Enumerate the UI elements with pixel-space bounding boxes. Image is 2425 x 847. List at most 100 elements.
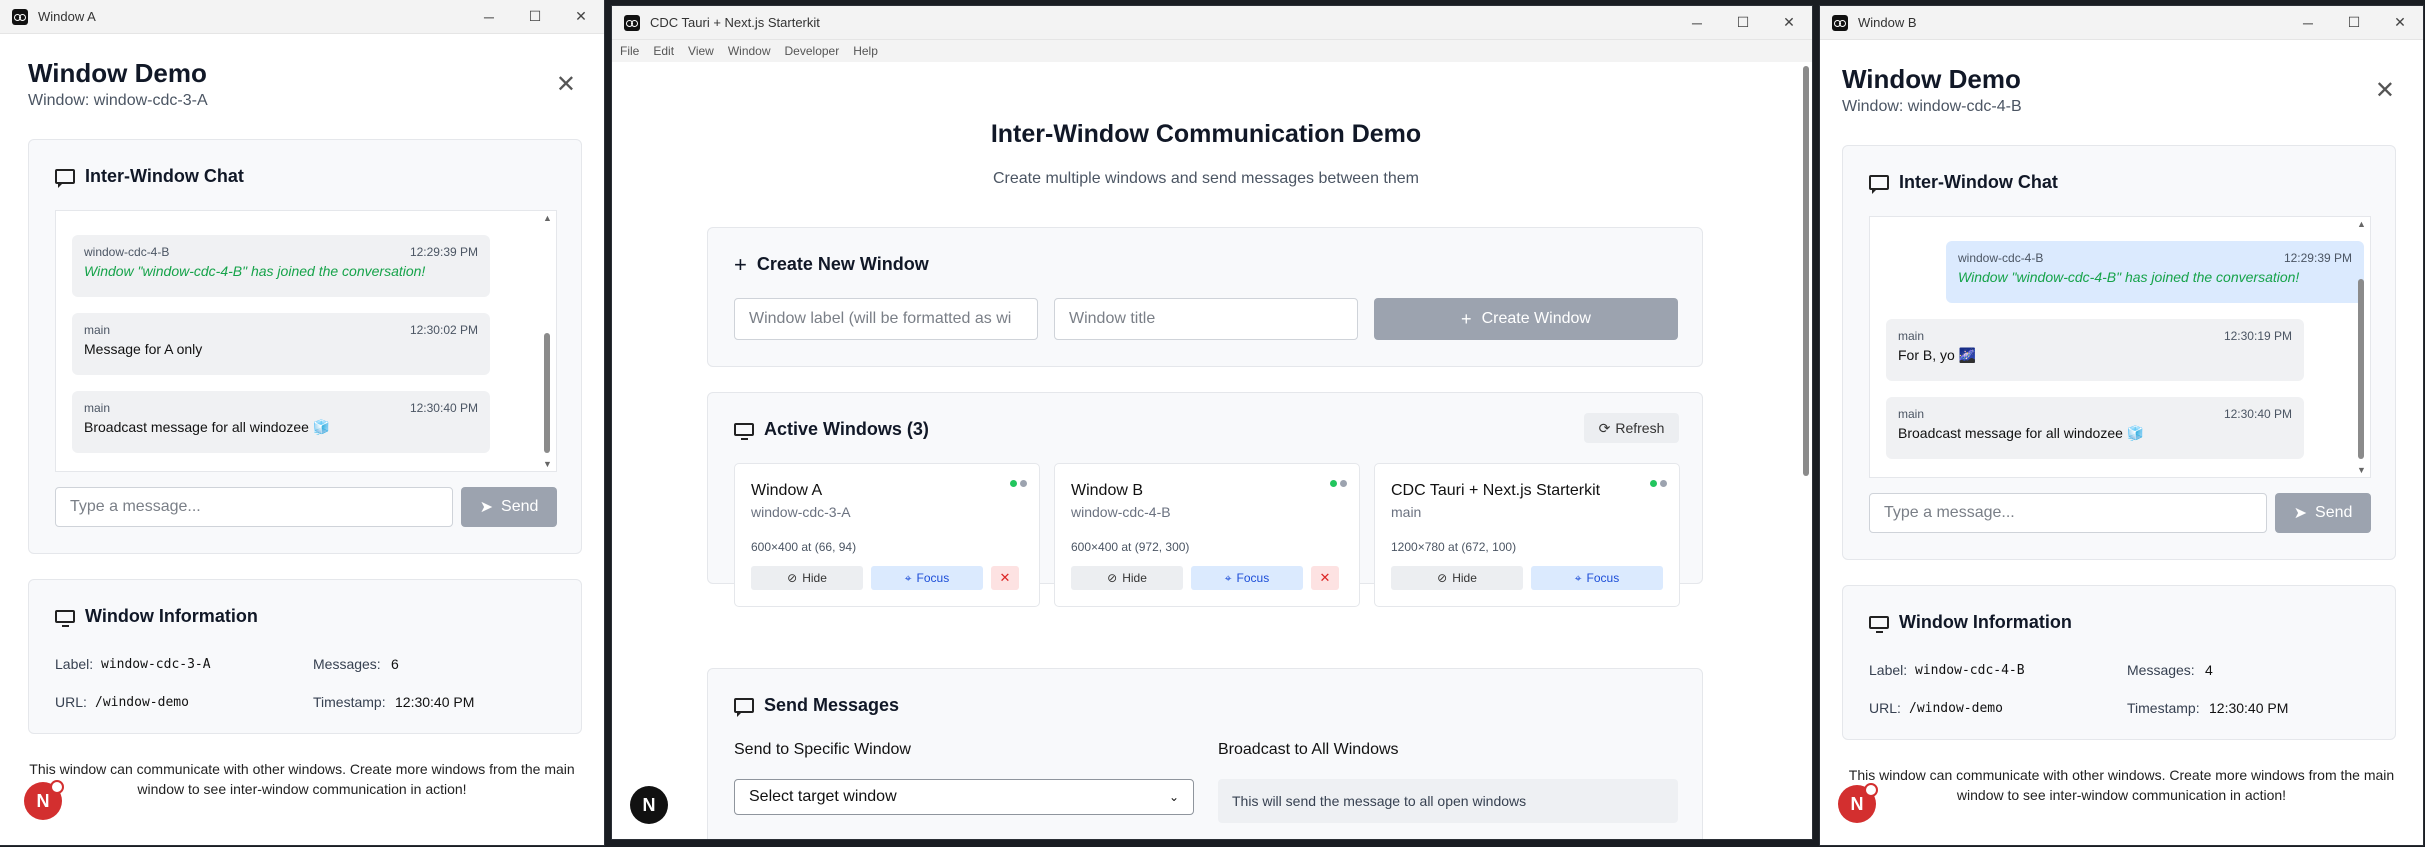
window-info-card: Window Information Label: window-cdc-3-A… [28,579,582,734]
footer-text: This window can communicate with other w… [1848,767,2395,803]
create-window-title: Create New Window [756,254,929,274]
hide-label: Hide [802,571,827,585]
nextjs-dev-badge[interactable]: N [24,780,64,820]
menu-view[interactable]: View [688,44,714,58]
url-key: URL: [1869,700,1901,716]
url-key: URL: [55,694,87,710]
hide-label: Hide [1452,571,1477,585]
window-label-input[interactable]: Window label (will be formatted as wi [734,298,1038,340]
hide-button[interactable]: ⊘ Hide [1071,566,1183,590]
label-key: Label: [55,656,94,672]
message-list[interactable]: window-cdc-4-B 12:29:39 PM Window "windo… [1869,216,2371,478]
hide-button[interactable]: ⊘ Hide [1391,566,1523,590]
status-dots [1650,480,1667,487]
send-icon: ➤ [2293,505,2308,522]
main-titlebar[interactable]: CDC Tauri + Next.js Starterkit ─ ☐ ✕ [612,6,1812,40]
minimize-button[interactable]: ─ [466,0,512,33]
close-icon[interactable]: ✕ [556,70,576,99]
focus-label: Focus [916,571,950,585]
focus-button[interactable]: ⌖ Focus [871,566,983,590]
scrollbar-thumb[interactable] [544,333,550,453]
message-scrollbar[interactable]: ▲ ▼ [542,213,552,469]
message-time: 12:30:19 PM [2223,329,2292,343]
window-card-name: Window A [751,482,823,499]
menu-developer[interactable]: Developer [785,44,840,58]
nextjs-dev-badge[interactable]: N [630,786,668,824]
send-messages-title: Send Messages [764,695,900,715]
close-window-button[interactable]: ✕ [2377,6,2423,39]
message-sender: main [1898,329,1925,343]
window-title-input[interactable]: Window title [1054,298,1358,340]
plus-icon: + [734,251,747,277]
menu-help[interactable]: Help [853,44,878,58]
window-a-titlebar[interactable]: Window A ─ ☐ ✕ [0,0,604,34]
page-title: Window Demo [1842,64,2021,94]
message-scrollbar[interactable]: ▲ ▼ [2356,219,2366,475]
maximize-button[interactable]: ☐ [512,0,558,33]
window-info-title: Window Information [1899,612,2072,632]
menu-window[interactable]: Window [728,44,771,58]
close-window-x-button[interactable]: ✕ [1311,566,1339,590]
close-window-x-button[interactable]: ✕ [991,566,1019,590]
timestamp-value: 12:30:40 PM [2209,700,2289,716]
close-window-button[interactable]: ✕ [558,0,604,33]
close-window-button[interactable]: ✕ [1766,6,1812,39]
window-card-label: window-cdc-4-B [1071,504,1171,520]
scrollbar-thumb[interactable] [2358,279,2364,459]
window-b-titlebar[interactable]: Window B ─ ☐ ✕ [1820,6,2423,40]
message-text: Broadcast message for all windozee 🧊 [1898,425,2145,441]
minimize-button[interactable]: ─ [1674,6,1720,39]
scrollbar-thumb[interactable] [1803,66,1809,476]
nextjs-dev-badge[interactable]: N [1838,783,1878,823]
eye-off-icon: ⊘ [1107,571,1118,585]
message-item: main 12:30:19 PM For B, yo 🌌 [1886,319,2304,381]
close-icon[interactable]: ✕ [2375,76,2395,105]
create-window-button[interactable]: + Create Window [1374,298,1678,340]
send-icon: ➤ [479,499,494,516]
hide-button[interactable]: ⊘ Hide [751,566,863,590]
scroll-down-icon[interactable]: ▼ [2357,465,2366,475]
focus-icon: ⌖ [1574,570,1582,585]
menu-bar: File Edit View Window Developer Help [612,40,1812,62]
scroll-up-icon[interactable]: ▲ [2357,219,2366,229]
message-input[interactable]: Type a message... [55,487,453,527]
message-list[interactable]: window-cdc-4-B 12:29:39 PM Window "windo… [55,210,557,472]
menu-file[interactable]: File [620,44,639,58]
label-value: window-cdc-3-A [101,657,211,672]
create-window-label: Create Window [1481,310,1591,327]
send-button[interactable]: ➤ Send [2275,493,2371,533]
window-card-label: window-cdc-3-A [751,504,851,520]
message-time: 12:30:40 PM [409,401,478,415]
message-time: 12:30:02 PM [409,323,478,337]
minimize-button[interactable]: ─ [2285,6,2331,39]
refresh-button[interactable]: ⟳ Refresh [1584,413,1679,443]
message-input[interactable]: Type a message... [1869,493,2267,533]
chat-title: Inter-Window Chat [1899,172,2058,192]
app-icon [12,8,28,25]
focus-button[interactable]: ⌖ Focus [1191,566,1303,590]
main-scrollbar[interactable] [1802,66,1810,829]
target-window-select[interactable]: Select target window ⌄ [734,779,1194,815]
chat-icon [734,698,754,717]
maximize-button[interactable]: ☐ [2331,6,2377,39]
window-info-heading: Window Information [1869,612,2072,633]
create-window-card: + Create New Window Window label (will b… [707,227,1703,367]
scroll-down-icon[interactable]: ▼ [543,459,552,469]
maximize-button[interactable]: ☐ [1720,6,1766,39]
timestamp-key: Timestamp: [313,694,386,710]
scroll-up-icon[interactable]: ▲ [543,213,552,223]
menu-edit[interactable]: Edit [653,44,674,58]
broadcast-label: Broadcast to All Windows [1218,741,1399,758]
focus-button[interactable]: ⌖ Focus [1531,566,1663,590]
send-label: Send [2315,504,2353,521]
active-windows-title: Active Windows (3) [764,419,929,439]
send-button[interactable]: ➤ Send [461,487,557,527]
send-messages-card: Send Messages Send to Specific Window Se… [707,668,1703,839]
plus-icon: + [1461,308,1472,329]
message-item: window-cdc-4-B 12:29:39 PM Window "windo… [1946,241,2364,303]
label-value: window-cdc-4-B [1915,663,2025,678]
chat-card: Inter-Window Chat window-cdc-4-B 12:29:3… [28,139,582,554]
chat-icon [55,169,75,188]
active-windows-card: Active Windows (3) ⟳ Refresh Window A wi… [707,392,1703,607]
window-card-b: Window B window-cdc-4-B 600×400 at (972,… [1054,463,1360,607]
